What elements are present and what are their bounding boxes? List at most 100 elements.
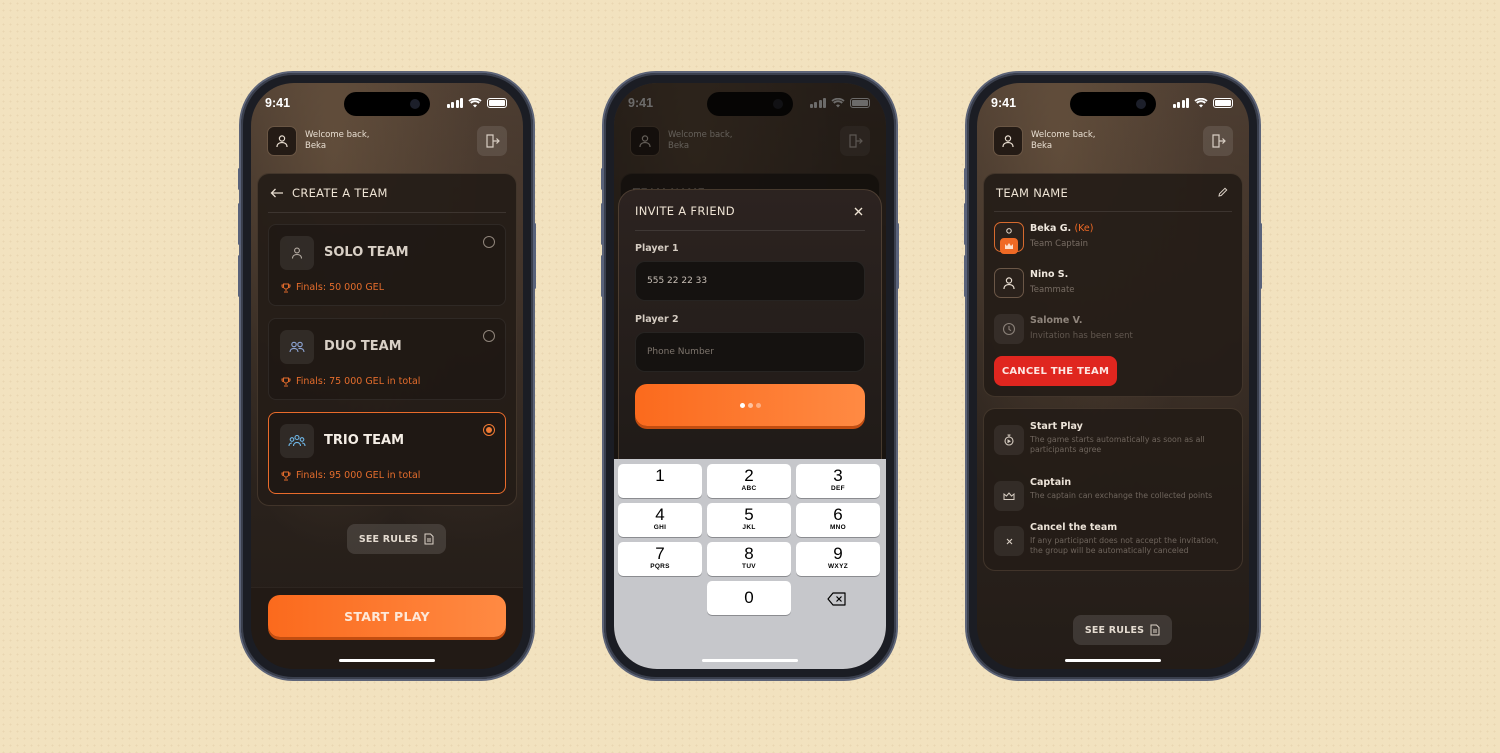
crown-icon	[1003, 492, 1015, 500]
option-name: TRIO TEAM	[324, 433, 405, 448]
see-rules-label: SEE RULES	[1084, 624, 1145, 636]
welcome-text: Welcome back, Beka	[305, 130, 370, 152]
player1-label: Player 1	[635, 243, 679, 254]
info-description: If any participant does not accept the i…	[1030, 536, 1219, 555]
key-letters: MNO	[829, 524, 847, 531]
user-name: Beka	[305, 141, 327, 151]
radio-button-selected[interactable]	[483, 424, 495, 436]
member-avatar	[994, 268, 1024, 298]
player2-label: Player 2	[635, 314, 679, 325]
info-description: The game starts automatically as soon as…	[1030, 435, 1205, 454]
option-icon-box	[280, 236, 314, 270]
cancel-team-label: CANCEL THE TEAM	[1001, 365, 1110, 377]
start-play-label: START PLAY	[344, 608, 430, 624]
home-indicator[interactable]	[1065, 659, 1161, 662]
key-digit: 6	[833, 505, 843, 524]
key-digit: 8	[744, 544, 754, 563]
key-letters: ABC	[741, 485, 757, 492]
member-tag: (Ke)	[1074, 223, 1094, 234]
team-info-card: Start Play The game starts automatically…	[983, 408, 1243, 571]
battery-icon	[1213, 98, 1233, 108]
numeric-keypad: 1 2 ABC 3 DEF 4 GHI 5 JKL 6 MNO 7 PQRS 8 TUV 9W…	[614, 459, 886, 669]
info-icon-box	[994, 425, 1024, 455]
battery-icon	[487, 98, 507, 108]
trophy-icon	[281, 377, 291, 386]
profile-avatar[interactable]	[267, 126, 297, 156]
prize-text: Finals: 50 000 GEL	[296, 282, 384, 293]
member-name: Nino S.	[1030, 269, 1069, 280]
close-icon[interactable]	[854, 207, 863, 216]
invite-submit-button-loading[interactable]	[635, 384, 865, 426]
profile-avatar[interactable]	[993, 126, 1023, 156]
key-8[interactable]: 8 TUV	[707, 542, 791, 576]
key-digit: 4	[655, 505, 665, 524]
screen: 9:41 Welcome back, Beka CREATE A TEAM SO…	[251, 83, 523, 669]
team-option-trio[interactable]: TRIO TEAM Finals: 95 000 GEL in total	[268, 412, 506, 494]
wifi-icon	[468, 98, 482, 108]
info-row-cancel: Cancel the team If any participant does …	[994, 522, 1232, 566]
key-digit: 0	[744, 588, 754, 607]
radio-button[interactable]	[483, 330, 495, 342]
back-arrow-icon[interactable]	[270, 188, 284, 198]
option-name: DUO TEAM	[324, 339, 402, 354]
captain-badge	[1000, 238, 1018, 254]
home-indicator[interactable]	[339, 659, 435, 662]
logout-icon	[1212, 134, 1226, 148]
radio-button[interactable]	[483, 236, 495, 248]
app-header: Welcome back, Beka	[993, 125, 1233, 157]
team-members-card: TEAM NAME Beka G. (Ke) Team Captain Nino…	[983, 173, 1243, 397]
option-icon-box	[280, 424, 314, 458]
cancel-team-button[interactable]: CANCEL THE TEAM	[994, 356, 1117, 386]
user-name: Beka	[1031, 141, 1053, 151]
edit-pencil-icon[interactable]	[1218, 187, 1228, 197]
invite-friend-sheet: INVITE A FRIEND Player 1 555 22 22 33 Pl…	[618, 189, 882, 479]
key-letters: TUV	[742, 563, 756, 570]
key-9[interactable]: 9 WXYZ	[796, 542, 880, 576]
sheet-title: INVITE A FRIEND	[635, 204, 735, 218]
info-icon-box	[994, 526, 1024, 556]
key-0[interactable]: 0	[707, 581, 791, 615]
loading-dot	[755, 402, 761, 408]
member-row-teammate: Nino S. Teammate	[994, 268, 1232, 304]
phone-team-details: 9:41 Welcome back, Beka TEAM NAME Beka G…	[964, 73, 1262, 679]
dynamic-island	[1070, 92, 1156, 116]
see-rules-label: SEE RULES	[358, 533, 419, 545]
member-role: Team Captain	[1030, 239, 1088, 249]
member-avatar	[994, 222, 1024, 254]
player2-phone-input[interactable]: Phone Number	[635, 332, 865, 372]
key-2[interactable]: 2 ABC	[707, 464, 791, 498]
key-digit: 1	[655, 466, 665, 485]
key-5[interactable]: 5 JKL	[707, 503, 791, 537]
player1-phone-input[interactable]: 555 22 22 33	[635, 261, 865, 301]
user-icon	[291, 247, 303, 259]
team-option-duo[interactable]: DUO TEAM Finals: 75 000 GEL in total	[268, 318, 506, 400]
see-rules-button[interactable]: SEE RULES	[347, 524, 446, 554]
member-name-text: Beka G.	[1030, 223, 1072, 234]
phone-create-team: 9:41 Welcome back, Beka CREATE A TEAM SO…	[238, 73, 536, 679]
card-header: CREATE A TEAM	[270, 186, 388, 200]
key-3[interactable]: 3 DEF	[796, 464, 880, 498]
key-4[interactable]: 4 GHI	[618, 503, 702, 537]
member-name: Beka G. (Ke)	[1030, 223, 1093, 234]
start-play-button[interactable]: START PLAY	[268, 595, 506, 637]
document-icon	[1150, 624, 1160, 636]
status-time: 9:41	[265, 96, 291, 110]
document-icon	[424, 533, 434, 545]
welcome-text: Welcome back, Beka	[1031, 130, 1096, 152]
info-title: Captain	[1030, 477, 1072, 488]
team-option-solo[interactable]: SOLO TEAM Finals: 50 000 GEL	[268, 224, 506, 306]
key-6[interactable]: 6 MNO	[796, 503, 880, 537]
member-row-pending: Salome V. Invitation has been sent	[994, 314, 1232, 350]
key-1[interactable]: 1	[618, 464, 702, 498]
greeting: Welcome back,	[1031, 130, 1096, 140]
logout-button[interactable]	[477, 126, 507, 156]
key-delete[interactable]	[819, 589, 855, 609]
logout-button[interactable]	[1203, 126, 1233, 156]
see-rules-button[interactable]: SEE RULES	[1073, 615, 1172, 645]
clock-icon	[1002, 322, 1016, 336]
key-7[interactable]: 7 PQRS	[618, 542, 702, 576]
create-team-card: CREATE A TEAM SOLO TEAM Finals: 50 000 G…	[257, 173, 517, 506]
loading-dot	[747, 402, 753, 408]
home-indicator[interactable]	[702, 659, 798, 662]
info-description: The captain can exchange the collected p…	[1030, 491, 1213, 500]
